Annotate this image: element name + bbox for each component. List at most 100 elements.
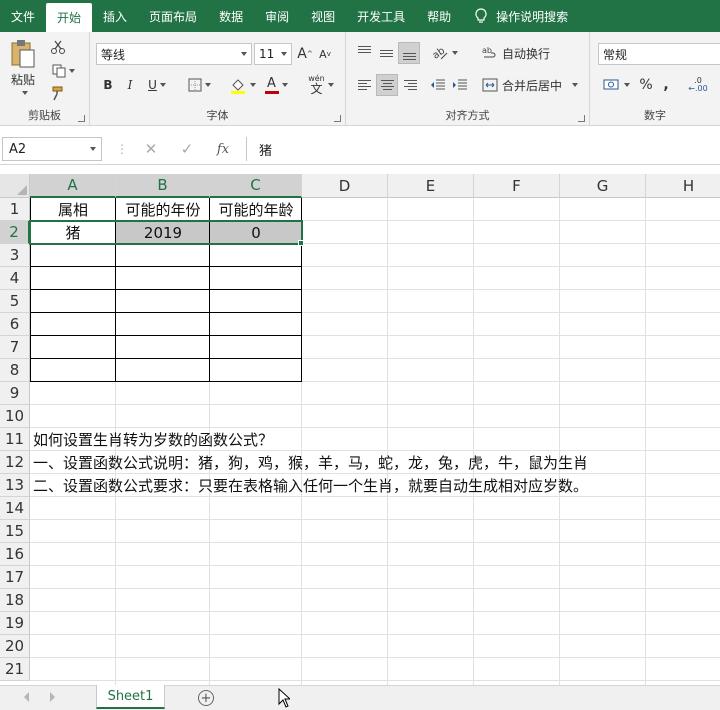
align-right-button[interactable]: [400, 74, 420, 96]
cell-a11[interactable]: 如何设置生肖转为岁数的函数公式？: [33, 428, 273, 451]
row-header-17[interactable]: 17: [0, 566, 30, 589]
enter-button[interactable]: ✓: [174, 138, 200, 160]
grow-font-button[interactable]: A ^: [296, 44, 314, 64]
row-header-12[interactable]: 12: [0, 451, 30, 474]
phonetic-button[interactable]: wén 文: [304, 72, 338, 98]
font-name-select[interactable]: 等线: [96, 43, 252, 65]
row-header-2[interactable]: 2: [0, 221, 30, 244]
fill-handle[interactable]: [298, 240, 304, 246]
underline-button[interactable]: U: [142, 74, 172, 96]
clipboard-launcher-icon[interactable]: [78, 115, 85, 122]
col-header-h[interactable]: H: [646, 174, 720, 198]
gridline-horizontal: [30, 611, 720, 612]
font-color-button[interactable]: A: [260, 74, 292, 96]
menu-insert[interactable]: 插入: [92, 0, 138, 32]
col-header-c[interactable]: C: [210, 174, 302, 198]
cell-a1[interactable]: 属相: [30, 198, 116, 221]
borders-dropdown-icon: [204, 83, 211, 87]
menu-view[interactable]: 视图: [300, 0, 346, 32]
row-header-19[interactable]: 19: [0, 612, 30, 635]
percent-button[interactable]: %: [636, 74, 656, 96]
align-bottom-button[interactable]: [398, 42, 420, 64]
shrink-font-button[interactable]: Av: [316, 44, 334, 64]
gridline-horizontal: [30, 634, 720, 635]
row-header-16[interactable]: 16: [0, 543, 30, 566]
col-header-e[interactable]: E: [388, 174, 474, 198]
fill-color-button[interactable]: [226, 74, 258, 96]
cell-a12[interactable]: 一、设置函数公式说明：猪，狗，鸡，猴，羊，马，蛇，龙，兔，虎，牛，鼠为生肖: [33, 451, 588, 474]
row-header-5[interactable]: 5: [0, 290, 30, 313]
wrap-text-button[interactable]: ab 自动换行: [482, 42, 556, 64]
font-size-select[interactable]: 11: [254, 43, 292, 65]
select-all-button[interactable]: [0, 174, 30, 198]
next-sheet-icon[interactable]: [50, 692, 55, 702]
row-header-1[interactable]: 1: [0, 198, 30, 221]
row-header-3[interactable]: 3: [0, 244, 30, 267]
row-header-11[interactable]: 11: [0, 428, 30, 451]
orientation-button[interactable]: ab: [428, 42, 460, 64]
row-header-8[interactable]: 8: [0, 359, 30, 382]
col-header-a[interactable]: A: [30, 174, 116, 198]
tell-me-box[interactable]: 操作说明搜索: [462, 0, 568, 32]
menu-review[interactable]: 审阅: [254, 0, 300, 32]
cell-b1[interactable]: 可能的年份: [116, 198, 210, 221]
align-left-button[interactable]: [354, 74, 374, 96]
bold-button[interactable]: B: [98, 74, 118, 96]
menu-developer[interactable]: 开发工具: [346, 0, 416, 32]
col-header-g[interactable]: G: [560, 174, 646, 198]
format-painter-button[interactable]: [48, 84, 68, 102]
cell-a13[interactable]: 二、设置函数公式要求：只要在表格输入任何一个生肖，就要自动生成相对应岁数。: [33, 474, 588, 497]
cancel-button[interactable]: ✕: [138, 138, 164, 160]
col-header-d[interactable]: D: [302, 174, 388, 198]
copy-button[interactable]: [48, 62, 78, 80]
orientation-icon: ab: [431, 45, 447, 61]
row-header-7[interactable]: 7: [0, 336, 30, 359]
add-sheet-button[interactable]: +: [198, 690, 214, 706]
increase-decimal-button[interactable]: .0 ←.00: [686, 74, 710, 96]
row-header-14[interactable]: 14: [0, 497, 30, 520]
borders-button[interactable]: [184, 74, 214, 96]
menu-data[interactable]: 数据: [208, 0, 254, 32]
phonetic-dropdown-icon: [327, 83, 334, 87]
row-header-18[interactable]: 18: [0, 589, 30, 612]
row-header-20[interactable]: 20: [0, 635, 30, 658]
align-middle-button[interactable]: [376, 42, 396, 64]
row-header-10[interactable]: 10: [0, 405, 30, 428]
menu-file[interactable]: 文件: [0, 0, 46, 32]
menu-help[interactable]: 帮助: [416, 0, 462, 32]
insert-function-button[interactable]: fx: [210, 138, 236, 160]
alignment-launcher-icon[interactable]: [578, 115, 585, 122]
row-header-13[interactable]: 13: [0, 474, 30, 497]
merge-center-button[interactable]: 合并后居中: [482, 74, 582, 96]
font-launcher-icon[interactable]: [334, 115, 341, 122]
row-header-4[interactable]: 4: [0, 267, 30, 290]
fx-icon: fx: [216, 141, 230, 157]
cut-button[interactable]: [48, 38, 68, 56]
align-center-button[interactable]: [376, 74, 398, 96]
row-header-15[interactable]: 15: [0, 520, 30, 543]
italic-button[interactable]: I: [120, 74, 140, 96]
align-top-button[interactable]: [354, 42, 374, 64]
comma-label: ,: [663, 77, 669, 93]
paste-button[interactable]: 粘贴: [6, 38, 40, 96]
accounting-format-button[interactable]: [600, 74, 632, 96]
col-header-f[interactable]: F: [474, 174, 560, 198]
gridline-horizontal: [30, 657, 720, 658]
name-box[interactable]: A2: [2, 137, 102, 161]
row-header-6[interactable]: 6: [0, 313, 30, 336]
menu-home[interactable]: 开始: [46, 3, 93, 32]
increase-indent-button[interactable]: [450, 74, 470, 96]
worksheet-grid[interactable]: A B C D E F G H 1 2 3 4 5 6 7 8 9 10 11 …: [0, 174, 720, 685]
menu-page-layout[interactable]: 页面布局: [138, 0, 208, 32]
sheet-tab-sheet1[interactable]: Sheet1: [96, 685, 165, 709]
cell-c1[interactable]: 可能的年龄: [210, 198, 302, 221]
formula-input[interactable]: 猪: [246, 137, 720, 161]
row-header-21[interactable]: 21: [0, 658, 30, 681]
prev-sheet-icon[interactable]: [24, 692, 29, 702]
comma-button[interactable]: ,: [658, 74, 674, 96]
decrease-indent-button[interactable]: [428, 74, 448, 96]
row-header-9[interactable]: 9: [0, 382, 30, 405]
phonetic-bottom-label: 文: [310, 82, 323, 96]
number-format-select[interactable]: 常规: [598, 43, 720, 65]
col-header-b[interactable]: B: [116, 174, 210, 198]
